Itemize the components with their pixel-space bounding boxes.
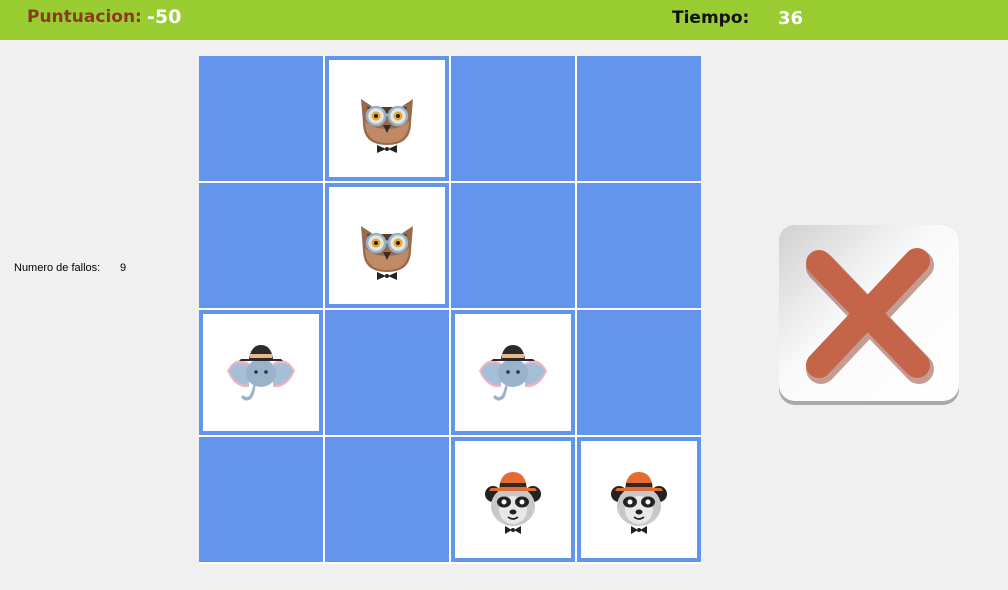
board-cell[interactable] [199, 183, 323, 308]
board-cell[interactable] [577, 56, 701, 181]
face-up-card [581, 441, 697, 558]
fails-label: Numero de fallos: [14, 262, 101, 274]
board-cell[interactable] [199, 437, 323, 562]
face-up-card [329, 187, 445, 304]
close-button[interactable] [777, 223, 961, 407]
board-cell[interactable] [451, 56, 575, 181]
board-cell[interactable] [451, 310, 575, 435]
board-cell[interactable] [325, 437, 449, 562]
board-cell[interactable] [577, 310, 701, 435]
board-cell[interactable] [577, 437, 701, 562]
face-up-card [455, 314, 571, 431]
face-up-card [455, 441, 571, 558]
board-cell[interactable] [199, 310, 323, 435]
close-icon [779, 225, 959, 405]
time-label: Tiempo: [672, 8, 750, 28]
board-cell[interactable] [325, 183, 449, 308]
panda-icon [611, 471, 667, 534]
board-cell[interactable] [451, 183, 575, 308]
board-cell[interactable] [325, 56, 449, 181]
owl-icon [361, 225, 413, 280]
elephant-icon [479, 344, 547, 401]
face-up-card [329, 60, 445, 177]
owl-icon [361, 98, 413, 153]
board-cell[interactable] [451, 437, 575, 562]
score-label: Puntuacion: [27, 7, 142, 27]
board-cell[interactable] [199, 56, 323, 181]
board-cell[interactable] [325, 310, 449, 435]
elephant-icon [227, 344, 295, 401]
face-up-card [203, 314, 319, 431]
header-bar: Puntuacion: -50 Tiempo: 36 [0, 0, 1008, 40]
panda-icon [485, 471, 541, 534]
time-value: 36 [778, 8, 804, 29]
board-cell[interactable] [577, 183, 701, 308]
score-value: -50 [147, 6, 182, 28]
fails-value: 9 [120, 262, 127, 274]
memory-board [199, 56, 701, 564]
